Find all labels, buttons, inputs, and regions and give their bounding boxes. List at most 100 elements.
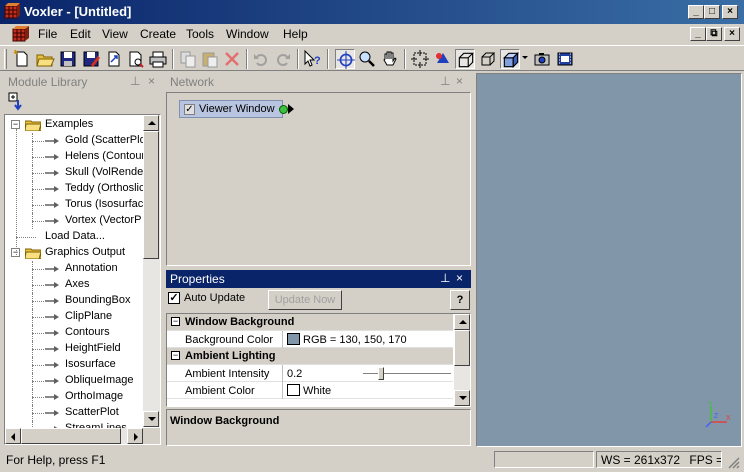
document-icon[interactable] [12,26,30,42]
network-canvas[interactable]: ✓ Viewer Window [166,92,471,266]
close-icon[interactable]: × [456,74,463,88]
tree-collapse-icon[interactable]: − [11,120,20,129]
section-window-background[interactable]: − Window Background [167,314,453,331]
copy-icon[interactable] [178,49,198,69]
prop-value[interactable]: RGB = 130, 150, 170 [303,334,407,346]
orthographic-icon[interactable] [478,49,498,69]
tree-item[interactable]: Load Data... [5,229,143,245]
view-dropdown-arrow[interactable] [522,56,528,59]
tree-item[interactable]: Helens (Contour [5,149,143,165]
menu-window[interactable]: Window [226,27,269,41]
movie-icon[interactable] [555,49,575,69]
tree-item[interactable]: OrthoImage [5,389,143,405]
new-icon[interactable] [12,49,32,69]
prop-background-color[interactable]: Background Color RGB = 130, 150, 170 [167,331,453,348]
tree-item[interactable]: Contours [5,325,143,341]
pan-icon[interactable] [380,49,400,69]
prop-value[interactable]: 0.2 [287,368,302,380]
paste-icon[interactable] [200,49,220,69]
save-as-icon[interactable] [81,49,101,69]
menu-help[interactable]: Help [283,27,308,41]
zoom-icon[interactable] [357,49,377,69]
tree-item[interactable]: BoundingBox [5,293,143,309]
tree-scroll-right-button[interactable] [127,428,143,444]
background-color-swatch[interactable] [287,333,300,345]
view-cube-icon[interactable] [500,49,520,69]
mdi-restore-button[interactable]: ⧉ [706,27,722,41]
close-icon[interactable]: × [456,271,463,285]
pin-icon[interactable]: ⊥ [440,74,450,88]
tree-item[interactable]: ScatterPlot [5,405,143,421]
tree-item[interactable]: ClipPlane [5,309,143,325]
ambient-intensity-slider-thumb[interactable] [377,367,384,380]
mdi-close-button[interactable]: × [724,27,740,41]
tree-item[interactable]: Vortex (VectorP [5,213,143,229]
redo-icon[interactable] [273,49,293,69]
select-icon[interactable] [335,49,355,69]
fit-icon[interactable] [410,49,430,69]
perspective-icon[interactable] [455,49,475,69]
update-now-button[interactable]: Update Now [268,290,342,310]
tree-scroll-thumb[interactable] [143,131,159,259]
node-checkbox[interactable]: ✓ [184,104,195,115]
tree-item-label: Contours [65,326,110,338]
resize-grip-icon[interactable] [726,455,740,469]
tree-folder[interactable]: − Graphics Output [5,245,143,261]
viewer-window-node[interactable]: ✓ Viewer Window [179,100,283,118]
close-icon[interactable]: × [148,74,155,88]
collapse-icon[interactable]: − [171,351,180,360]
tree-folder[interactable]: − Examples [5,117,143,133]
tree-item[interactable]: Gold (ScatterPlo [5,133,143,149]
save-icon[interactable] [58,49,78,69]
pin-icon[interactable]: ⊥ [440,271,450,285]
delete-icon[interactable] [222,49,242,69]
tree-item[interactable]: Isosurface [5,357,143,373]
tree-item[interactable]: Axes [5,277,143,293]
tree-item[interactable]: ObliqueImage [5,373,143,389]
ambient-intensity-slider-track[interactable] [363,373,451,375]
maximize-button[interactable]: □ [704,5,720,19]
whats-this-icon[interactable]: ? [302,49,322,69]
menu-file[interactable]: File [38,27,57,41]
expand-all-icon[interactable] [8,92,28,112]
export-icon[interactable] [104,49,124,69]
snapshot-icon[interactable] [532,49,552,69]
ambient-color-swatch[interactable] [287,384,300,396]
tree-item[interactable]: Skull (VolRender [5,165,143,181]
pin-icon[interactable]: ⊥ [130,74,140,88]
prop-scroll-thumb[interactable] [454,330,470,366]
tree-scroll-down-button[interactable] [143,411,159,427]
auto-update-checkbox[interactable]: ✓ [168,292,180,304]
print-icon[interactable] [148,49,168,69]
undo-icon[interactable] [251,49,271,69]
collapse-icon[interactable]: − [171,317,180,326]
menu-create[interactable]: Create [140,27,176,41]
prop-scroll-up-button[interactable] [454,314,470,330]
viewpoint-icon[interactable] [433,49,453,69]
section-ambient-lighting[interactable]: − Ambient Lighting [167,348,453,365]
tree-item-label: Torus (Isosurfac [65,198,143,210]
node-output-port[interactable] [279,105,288,114]
prop-value[interactable]: White [303,385,331,397]
tree-hscroll-thumb[interactable] [21,428,121,444]
print-preview-icon[interactable] [126,49,146,69]
tree-scroll-left-button[interactable] [5,428,21,444]
tree-item[interactable]: Annotation [5,261,143,277]
toolbar-grip[interactable] [4,49,7,69]
help-button[interactable]: ? [450,290,470,310]
menu-edit[interactable]: Edit [70,27,91,41]
menu-tools[interactable]: Tools [186,27,214,41]
prop-ambient-intensity[interactable]: Ambient Intensity 0.2 [167,365,453,382]
minimize-button[interactable]: _ [688,5,704,19]
mdi-minimize-button[interactable]: _ [690,27,706,41]
tree-item[interactable]: HeightField [5,341,143,357]
prop-ambient-color[interactable]: Ambient Color White [167,382,453,399]
tree-item[interactable]: Torus (Isosurfac [5,197,143,213]
prop-scroll-down-button[interactable] [454,390,470,406]
tree-scroll-up-button[interactable] [143,115,159,131]
menu-view[interactable]: View [102,27,128,41]
open-icon[interactable] [35,49,55,69]
close-button[interactable]: × [722,5,738,19]
tree-item[interactable]: Teddy (Orthoslic [5,181,143,197]
viewer-window[interactable]: Y X Z [476,73,742,447]
